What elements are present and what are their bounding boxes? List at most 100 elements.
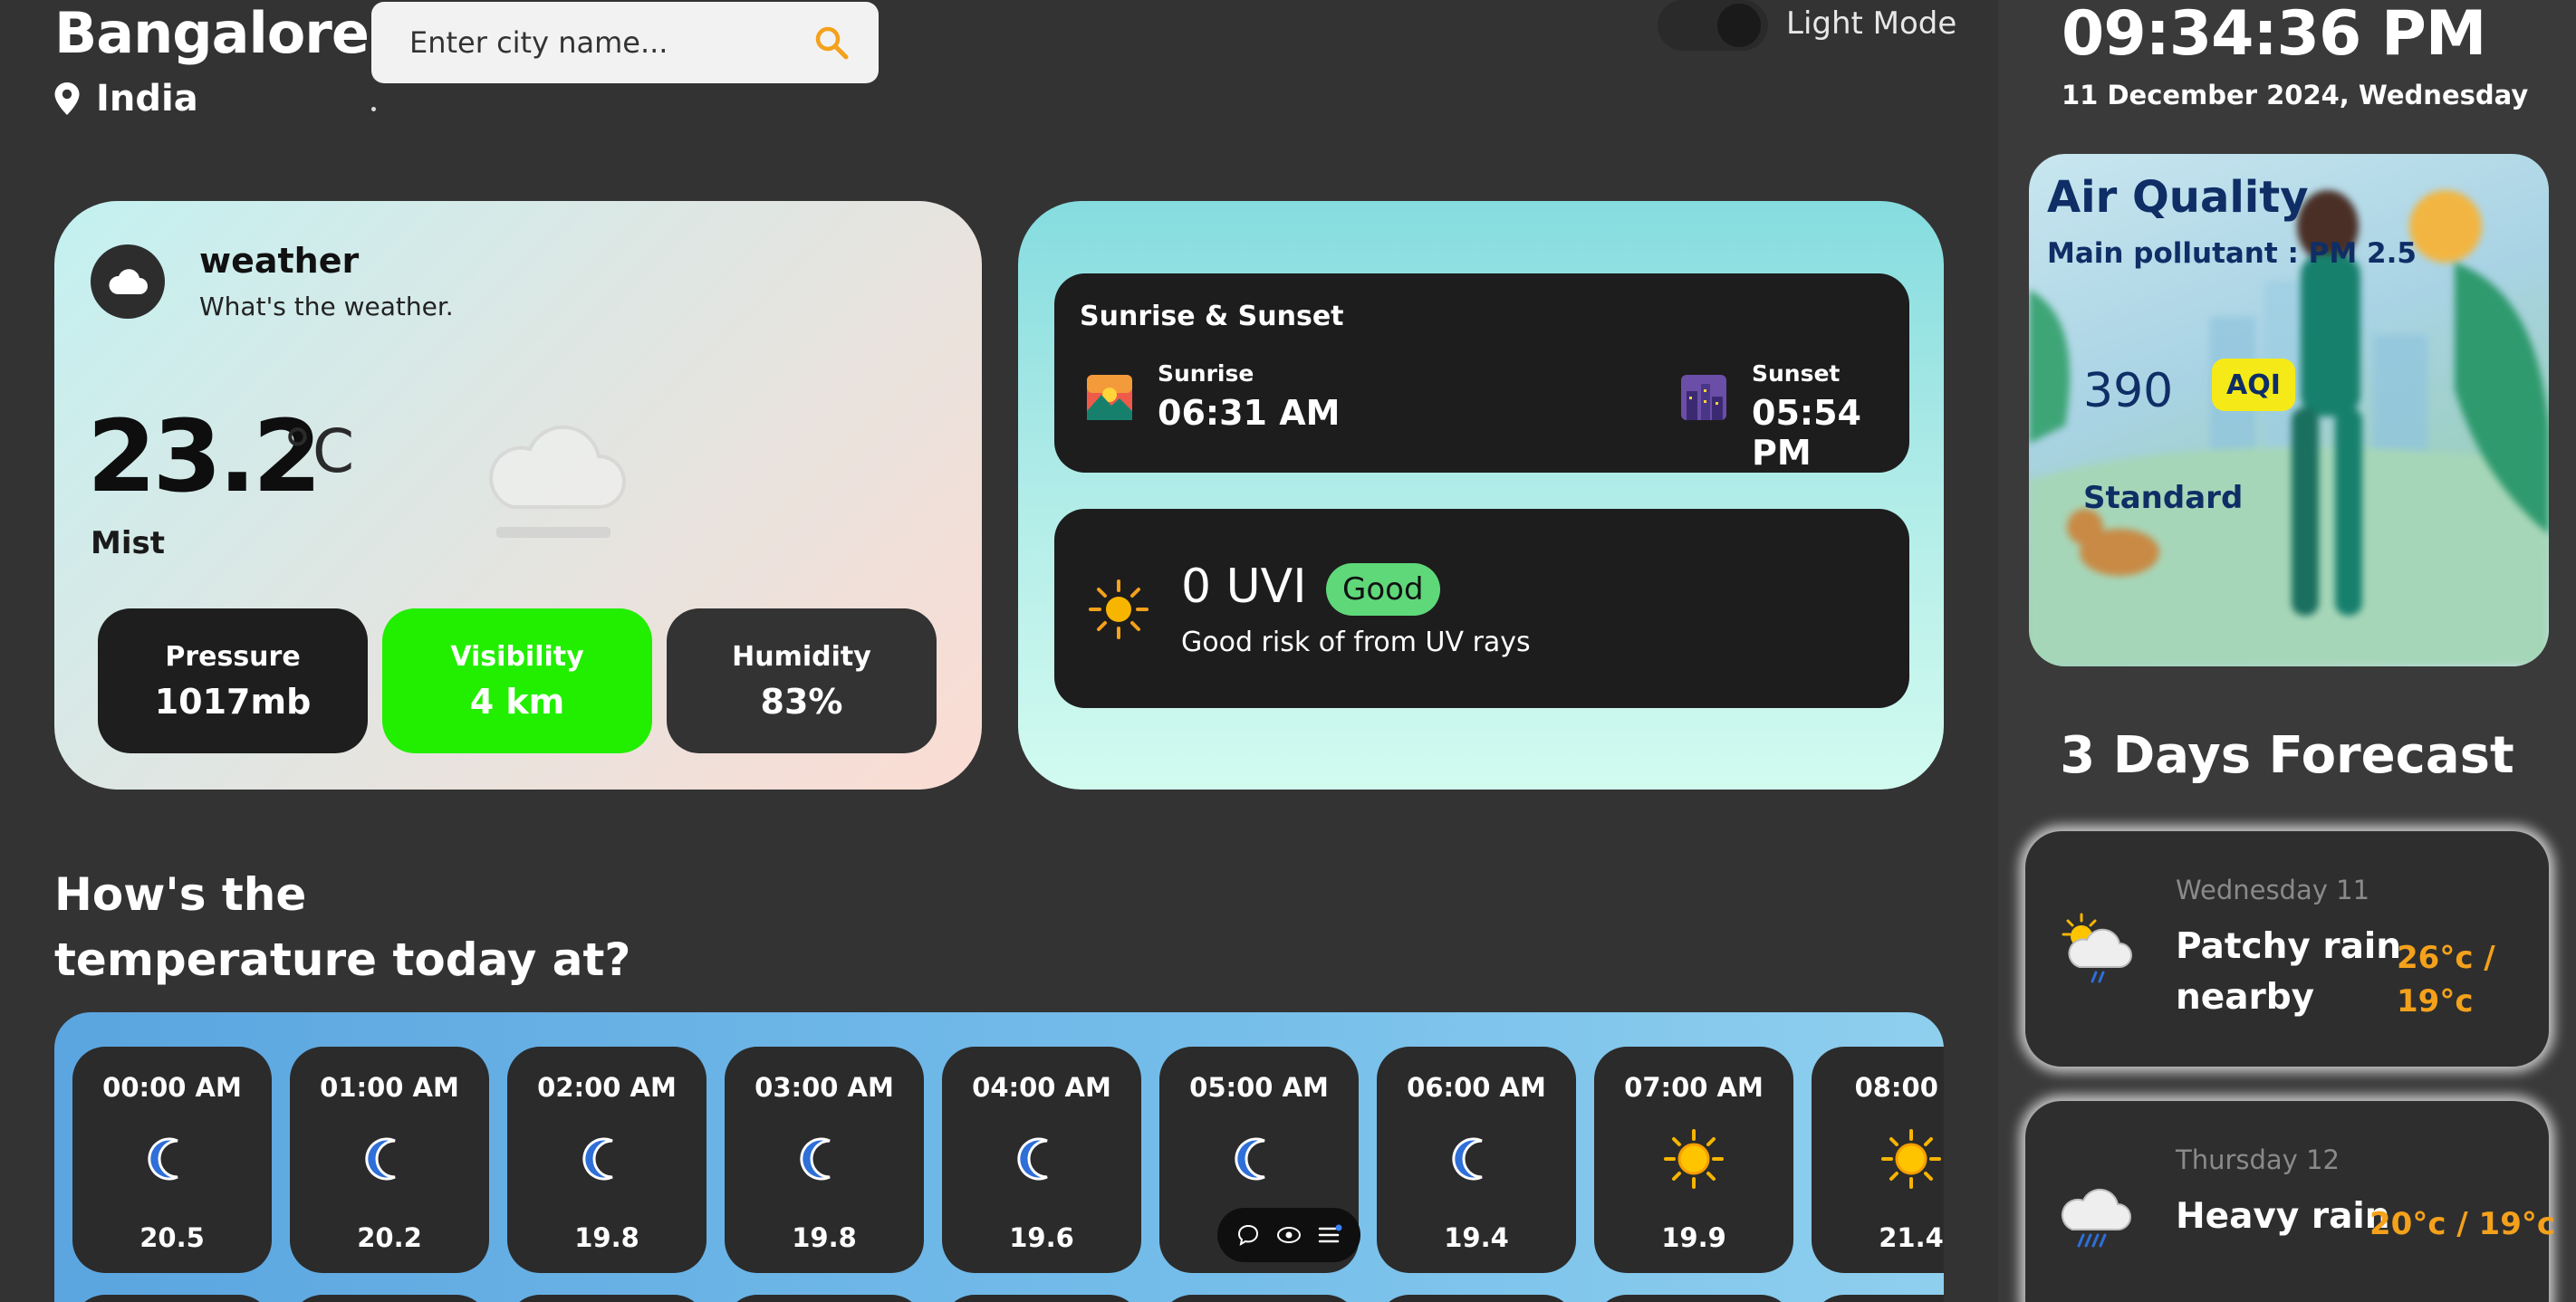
hourly-heading-line2: temperature today at?	[54, 933, 631, 986]
moon-icon	[800, 1137, 831, 1181]
hour-temp: 19.9	[1661, 1222, 1726, 1253]
sunrise-sunset-panel: Sunrise & Sunset Sunrise 06:31 AM Sunset…	[1054, 273, 1909, 473]
hour-time: 04:00 AM	[972, 1072, 1111, 1103]
hour-temp: 19.4	[1444, 1222, 1509, 1253]
moon-icon	[1235, 1137, 1265, 1181]
comment-button[interactable]	[1235, 1221, 1262, 1249]
hour-card-next-row	[1159, 1295, 1359, 1302]
light-mode-label: Light Mode	[1786, 5, 1957, 42]
sunrise-label: Sunrise	[1158, 360, 1254, 387]
hour-card-next-row	[1377, 1295, 1576, 1302]
hourly-heading: How's the temperature today at?	[54, 862, 630, 992]
air-quality-title: Air Quality	[2047, 172, 2309, 223]
divider-dot	[371, 107, 376, 111]
sunset-label: Sunset	[1752, 360, 1841, 387]
city-search-box	[371, 2, 879, 83]
view-button[interactable]	[1275, 1221, 1302, 1249]
uv-status-badge: Good	[1326, 563, 1440, 616]
search-button[interactable]	[812, 23, 851, 62]
hour-card: 06:00 AM 19.4	[1377, 1047, 1576, 1273]
hour-card: 00:00 AM 20.5	[72, 1047, 272, 1273]
humidity-card: Humidity 83%	[667, 608, 937, 753]
weather-card-subtitle: What's the weather.	[199, 292, 454, 321]
forecast-title: 3 Days Forecast	[2060, 726, 2514, 785]
visibility-card: Visibility 4 km	[382, 608, 652, 753]
hour-time: 08:00 A	[1854, 1072, 1944, 1103]
light-mode-toggle[interactable]	[1658, 0, 1768, 51]
pressure-card: Pressure 1017mb	[98, 608, 368, 753]
country-label: India	[54, 78, 198, 120]
toggle-knob	[1717, 4, 1761, 47]
visibility-value: 4 km	[469, 681, 565, 722]
current-date: 11 December 2024, Wednesday	[2062, 80, 2529, 110]
hour-card: 02:00 AM 19.8	[507, 1047, 706, 1273]
forecast-temp: 26°c / 19°c	[2397, 940, 2495, 1020]
sun-icon	[1664, 1129, 1724, 1189]
partly-cloudy-rain-icon	[2062, 913, 2132, 983]
current-weather-card: weather What's the weather. 23.2 °C Mist…	[54, 201, 982, 790]
cloud-icon	[109, 269, 148, 294]
humidity-label: Humidity	[732, 640, 871, 673]
menu-icon	[1318, 1224, 1342, 1243]
sun-icon	[1881, 1129, 1941, 1189]
hour-temp: 21.4	[1879, 1222, 1944, 1253]
cloud-badge	[91, 244, 165, 319]
hour-card-next-row	[72, 1295, 272, 1302]
aqi-standard: Standard	[2083, 480, 2244, 516]
city-search-input[interactable]	[409, 25, 812, 60]
forecast-temp: 20°c / 19°c	[2369, 1206, 2556, 1242]
eye-icon	[1276, 1227, 1301, 1243]
hour-temp: 19.6	[1009, 1222, 1074, 1253]
moon-icon	[148, 1137, 178, 1181]
aqi-badge: AQI	[2212, 359, 2295, 411]
search-icon	[815, 26, 849, 60]
hour-time: 00:00 AM	[102, 1072, 242, 1103]
hour-time: 05:00 AM	[1189, 1072, 1329, 1103]
hour-card: 03:00 AM 19.8	[725, 1047, 924, 1273]
forecast-condition: Patchy rain nearby	[2176, 926, 2402, 1018]
main-pollutant: Main pollutant : PM 2.5	[2047, 237, 2417, 270]
hour-card: 04:00 AM 19.6	[942, 1047, 1141, 1273]
right-sidebar: 09:34:36 PM 11 December 2024, Wednesday …	[1998, 0, 2576, 1302]
heavy-rain-icon	[2061, 1188, 2131, 1248]
hour-temp: 19.8	[574, 1222, 639, 1253]
hour-time: 07:00 AM	[1624, 1072, 1764, 1103]
hour-card: 08:00 A 21.4	[1812, 1047, 1944, 1273]
country-text: India	[96, 78, 198, 120]
forecast-day: Thursday 12	[2176, 1144, 2340, 1175]
sunrise-time: 06:31 AM	[1158, 393, 1341, 433]
hour-time: 02:00 AM	[537, 1072, 677, 1103]
forecast-day-card: Thursday 12 Heavy rain 20°c / 19°c	[2025, 1101, 2556, 1302]
air-quality-card: Air Quality Main pollutant : PM 2.5 390 …	[2029, 154, 2549, 666]
hourly-heading-line1: How's the	[54, 868, 307, 921]
hourly-forecast-strip[interactable]: 00:00 AM 20.5 01:00 AM 20.2 02:00 AM 19.…	[54, 1012, 1944, 1302]
sunrise-icon	[1087, 375, 1132, 420]
hour-card: 01:00 AM 20.2	[290, 1047, 489, 1273]
uv-description: Good risk of from UV rays	[1181, 627, 1531, 658]
current-time: 09:34:36 PM	[2062, 0, 2486, 70]
aqi-value: 390	[2083, 364, 2174, 418]
uv-index-panel: 0 UVI Good Good risk of from UV rays	[1054, 509, 1909, 708]
hour-time: 03:00 AM	[755, 1072, 894, 1103]
hour-card-next-row	[1812, 1295, 1944, 1302]
forecast-condition: Heavy rain	[2176, 1196, 2390, 1237]
visibility-label: Visibility	[450, 640, 584, 673]
hour-card-next-row	[1594, 1295, 1793, 1302]
hour-card-next-row	[507, 1295, 706, 1302]
comment-icon	[1238, 1224, 1259, 1247]
pressure-value: 1017mb	[154, 681, 312, 722]
forecast-day: Wednesday 11	[2176, 875, 2370, 905]
hour-card-next-row	[290, 1295, 489, 1302]
forecast-day-card: Wednesday 11 Patchy rain nearby 26°c / 1…	[2025, 831, 2549, 1067]
temperature-unit: °C	[283, 416, 355, 486]
sun-uv-card: Sunrise & Sunset Sunrise 06:31 AM Sunset…	[1018, 201, 1944, 790]
weather-card-title: weather	[199, 241, 360, 281]
sunrise-sunset-title: Sunrise & Sunset	[1080, 301, 1344, 332]
hour-card-next-row	[725, 1295, 924, 1302]
sunset-time: 05:54 PM	[1752, 393, 1861, 473]
sunset-icon	[1681, 375, 1726, 420]
hour-temp: 20.5	[139, 1222, 205, 1253]
location-pin-icon	[54, 82, 80, 115]
menu-button[interactable]	[1316, 1221, 1343, 1249]
moon-icon	[1452, 1137, 1483, 1181]
